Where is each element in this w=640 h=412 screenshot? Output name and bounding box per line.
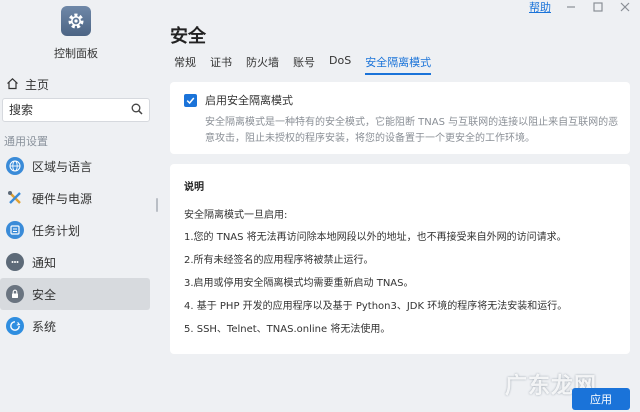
sidebar-item-label: 任务计划 xyxy=(32,223,81,238)
secure-mode-label: 启用安全隔离模式 xyxy=(205,94,293,107)
secure-mode-description: 安全隔离模式是一种特有的安全模式，它能阻断 TNAS 与互联网的连接以阻止来自互… xyxy=(205,117,619,144)
app-title: 控制面板 xyxy=(54,47,98,60)
sidebar-item-hardware-power[interactable]: 硬件与电源 xyxy=(0,182,152,214)
help-link[interactable]: 帮助 xyxy=(529,0,551,15)
sidebar-item-label: 通知 xyxy=(32,255,57,270)
apply-button[interactable]: 应用 xyxy=(572,388,630,410)
tab-general[interactable]: 常规 xyxy=(174,54,196,75)
task-icon xyxy=(6,221,24,239)
secure-mode-checkbox[interactable] xyxy=(184,93,197,107)
sidebar-item-label: 系统 xyxy=(32,319,57,334)
sidebar-item-region-language[interactable]: 区域与语言 xyxy=(0,150,152,182)
check-icon xyxy=(186,97,195,104)
notes-item: 4. 基于 PHP 开发的应用程序以及基于 Python3、JDK 环境的程序将… xyxy=(184,301,568,312)
search-input[interactable] xyxy=(9,103,131,117)
sidebar-item-notification[interactable]: 通知 xyxy=(0,246,152,278)
tab-secure-isolation-mode[interactable]: 安全隔离模式 xyxy=(365,54,432,75)
notes-item: 5. SSH、Telnet、TNAS.online 将无法使用。 xyxy=(184,324,391,335)
notes-intro: 安全隔离模式一旦启用: xyxy=(184,210,288,221)
home-icon xyxy=(6,77,19,93)
sidebar-item-task-schedule[interactable]: 任务计划 xyxy=(0,214,152,246)
sidebar-item-system[interactable]: 系统 xyxy=(0,310,152,342)
sidebar-home-label: 主页 xyxy=(25,78,50,92)
secure-mode-option: 启用安全隔离模式 xyxy=(184,92,616,108)
notes-card: 说明 安全隔离模式一旦启用: 1.您的 TNAS 将无法再访问除本地网段以外的地… xyxy=(170,164,630,354)
sidebar-nav: 区域与语言 硬件与电源 任务计划 通知 安全 系统 xyxy=(0,150,152,342)
section-label: 通用设置 xyxy=(4,135,48,148)
globe-icon xyxy=(6,157,24,175)
window-controls: 帮助 xyxy=(529,0,640,14)
sidebar-item-label: 安全 xyxy=(32,287,57,302)
tab-certificate[interactable]: 证书 xyxy=(210,54,232,75)
maximize-icon[interactable] xyxy=(591,1,605,13)
sidebar-item-label: 区域与语言 xyxy=(32,159,93,174)
chat-icon xyxy=(6,253,24,271)
sidebar: 控制面板 主页 通用设置 区域与语言 硬件与电源 xyxy=(0,0,152,412)
secure-mode-card: 启用安全隔离模式 安全隔离模式是一种特有的安全模式，它能阻断 TNAS 与互联网… xyxy=(170,82,630,154)
system-icon xyxy=(6,317,24,335)
tab-bar: 常规 证书 防火墙 账号 DoS 安全隔离模式 xyxy=(174,54,445,75)
sidebar-scrollbar[interactable] xyxy=(156,198,158,212)
app-header: 控制面板 xyxy=(0,6,152,61)
sidebar-home[interactable]: 主页 xyxy=(6,76,49,93)
lock-icon xyxy=(6,285,24,303)
minimize-icon[interactable] xyxy=(564,1,578,13)
tools-icon xyxy=(6,189,24,207)
tab-dos[interactable]: DoS xyxy=(329,54,351,75)
page-title: 安全 xyxy=(170,26,206,47)
tab-account[interactable]: 账号 xyxy=(293,54,315,75)
sidebar-item-security[interactable]: 安全 xyxy=(0,278,150,310)
notes-title: 说明 xyxy=(184,182,204,193)
search-box xyxy=(2,98,150,122)
close-icon[interactable] xyxy=(618,1,632,13)
tab-firewall[interactable]: 防火墙 xyxy=(246,54,279,75)
sidebar-item-label: 硬件与电源 xyxy=(32,191,93,206)
search-icon[interactable] xyxy=(131,103,143,118)
notes-item: 3.启用或停用安全隔离模式均需要重新启动 TNAS。 xyxy=(184,278,414,289)
gear-icon xyxy=(61,6,91,36)
notes-item: 1.您的 TNAS 将无法再访问除本地网段以外的地址，也不再接受来自外网的访问请… xyxy=(184,232,567,243)
notes-item: 2.所有未经签名的应用程序将被禁止运行。 xyxy=(184,255,374,266)
